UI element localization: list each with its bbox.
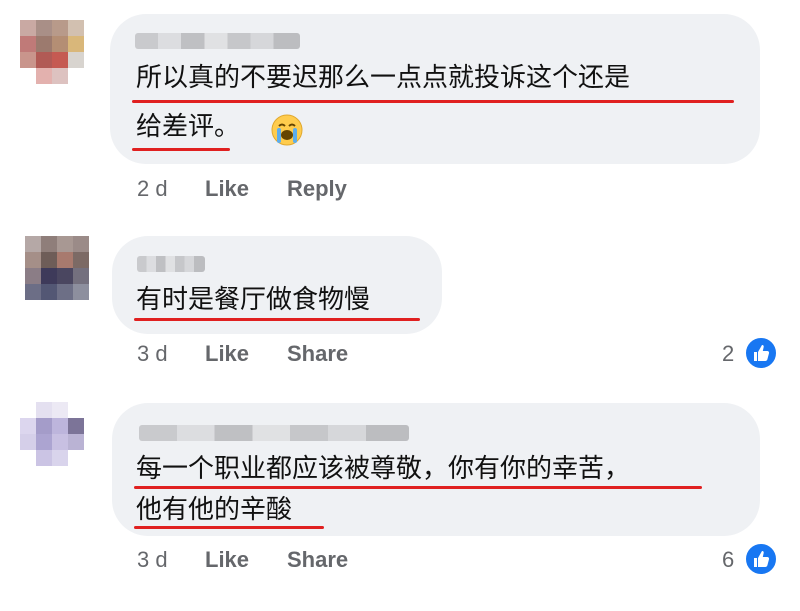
reaction-count[interactable]: 6 bbox=[722, 547, 734, 573]
red-underline bbox=[134, 486, 702, 489]
comment-time[interactable]: 3 d bbox=[137, 547, 168, 573]
share-button[interactable]: Share bbox=[287, 547, 348, 573]
thumbs-up-icon[interactable] bbox=[744, 542, 778, 576]
author-name-blurred[interactable] bbox=[139, 425, 409, 441]
red-underline bbox=[134, 526, 324, 529]
comment-text-line: 他有他的辛酸 bbox=[136, 495, 293, 525]
comment-text-line: 每一个职业都应该被尊敬，你有你的幸苦， bbox=[136, 454, 631, 484]
avatar[interactable] bbox=[20, 402, 100, 482]
like-button[interactable]: Like bbox=[205, 547, 249, 573]
comment-3: 每一个职业都应该被尊敬，你有你的幸苦， 他有他的辛酸 3 d Like Shar… bbox=[0, 0, 800, 611]
